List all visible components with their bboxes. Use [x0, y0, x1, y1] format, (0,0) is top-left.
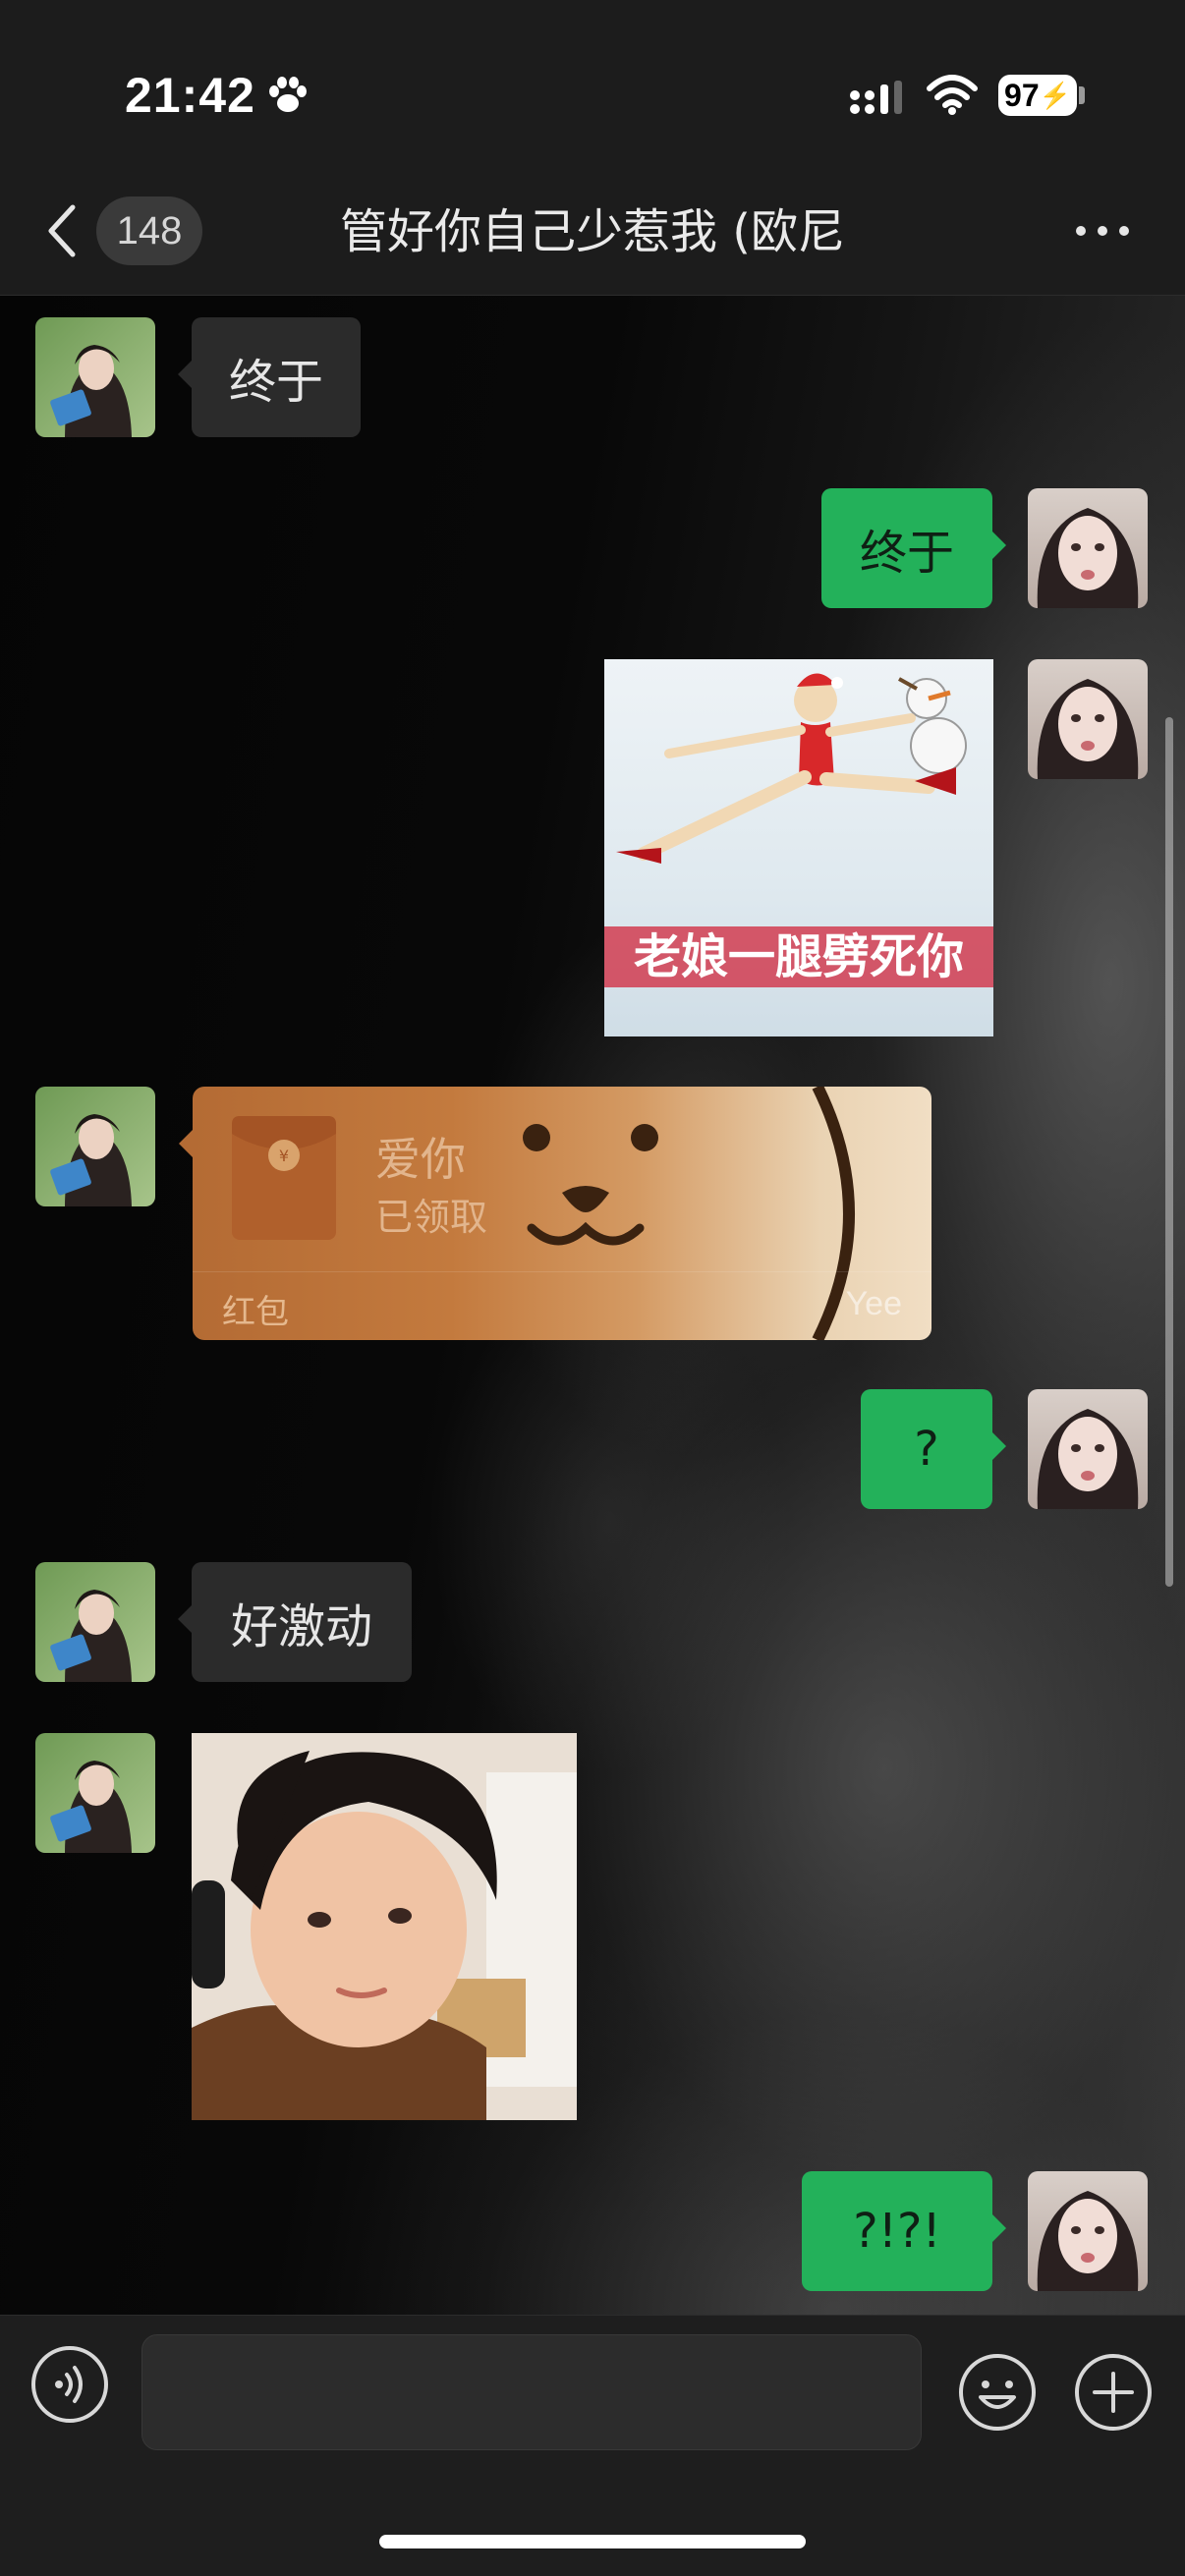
red-packet-arrow: [179, 1130, 193, 1157]
chat-title[interactable]: 管好你自己少惹我 (欧尼: [236, 195, 949, 269]
red-envelope-icon: ¥: [232, 1116, 336, 1240]
scrollbar[interactable]: [1165, 717, 1173, 1587]
message-text: 终于: [228, 355, 323, 410]
my-avatar[interactable]: [1028, 659, 1148, 779]
sticker-caption: 老娘一腿劈死你: [604, 926, 993, 987]
back-icon[interactable]: [43, 199, 83, 262]
message-input[interactable]: [141, 2334, 922, 2450]
red-packet-brand: Yee: [845, 1285, 902, 1322]
message-text: ?!?!: [853, 2204, 941, 2259]
unread-count-badge[interactable]: 148: [96, 196, 202, 265]
battery-level: 97: [1004, 77, 1040, 113]
contact-avatar[interactable]: [35, 1562, 155, 1682]
message-text: ?: [914, 1422, 939, 1477]
my-avatar[interactable]: [1028, 488, 1148, 608]
status-time: 21:42: [125, 68, 255, 123]
photo-image: [192, 1733, 577, 2120]
svg-text:¥: ¥: [279, 1147, 289, 1165]
battery-cap: [1079, 86, 1085, 104]
wifi-icon: [927, 75, 978, 115]
message-text: 终于: [859, 526, 954, 581]
red-packet-message[interactable]: ¥ 爱你 已领取 红包 Yee: [193, 1087, 931, 1340]
my-avatar[interactable]: [1028, 1389, 1148, 1509]
contact-avatar[interactable]: [35, 1733, 155, 1853]
red-packet-title: 爱你: [375, 1133, 466, 1186]
message-bubble-outgoing[interactable]: ?!?!: [802, 2171, 1006, 2291]
red-packet-label: 红包: [222, 1293, 289, 1332]
message-bubble-outgoing[interactable]: 终于: [821, 488, 1006, 608]
paw-icon: [269, 77, 307, 112]
emoji-icon[interactable]: [957, 2352, 1038, 2433]
plus-icon[interactable]: [1073, 2352, 1154, 2433]
message-text: 好激动: [230, 1599, 372, 1654]
message-bubble-incoming[interactable]: 终于: [178, 317, 361, 437]
home-indicator[interactable]: [379, 2535, 806, 2548]
battery-icon: 97 ⚡: [998, 75, 1077, 116]
photo-message[interactable]: [192, 1733, 577, 2120]
message-bubble-incoming[interactable]: 好激动: [178, 1562, 412, 1682]
chat-screen: 21:42 97 ⚡ 148 管好你自己少惹我 (欧尼 终于 终于 老娘一腿劈死…: [0, 0, 1185, 2576]
sticker-image[interactable]: 老娘一腿劈死你: [604, 659, 993, 1036]
message-bubble-outgoing[interactable]: ?: [861, 1389, 1006, 1509]
contact-avatar[interactable]: [35, 317, 155, 437]
signal-icon: [850, 81, 902, 114]
my-avatar[interactable]: [1028, 2171, 1148, 2291]
voice-icon[interactable]: [29, 2344, 110, 2425]
red-packet-divider: [193, 1271, 931, 1272]
more-icon[interactable]: [1073, 214, 1132, 248]
red-packet-status: 已领取: [375, 1196, 488, 1239]
contact-avatar[interactable]: [35, 1087, 155, 1206]
